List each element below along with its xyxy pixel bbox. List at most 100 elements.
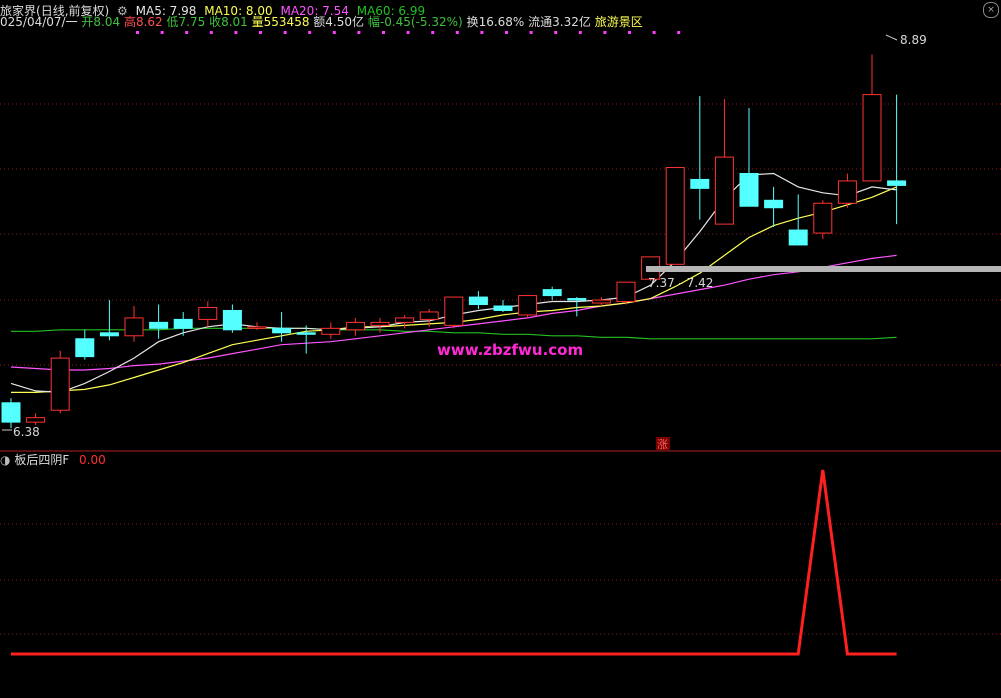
candle (444, 296, 464, 329)
candle (26, 413, 46, 426)
ma10-line (11, 186, 897, 393)
candle-body-up (714, 156, 734, 225)
candle-body-down (542, 289, 562, 297)
candle (690, 96, 710, 220)
candle-body-down (493, 305, 513, 311)
candle (813, 200, 833, 239)
candle (1, 398, 21, 429)
indicator-name[interactable]: 板后四阴F (14, 453, 69, 467)
candle-body-down (173, 318, 193, 329)
candle (616, 281, 636, 305)
candle-body-up (591, 299, 611, 304)
ma60-line (11, 327, 897, 340)
signal-marker (505, 31, 508, 34)
candle-body-up (395, 317, 415, 323)
candle-body-up (345, 321, 365, 331)
candle (665, 167, 685, 265)
candle (173, 311, 193, 336)
indicator-value: 0.00 (79, 453, 106, 467)
candle-body-down (99, 332, 119, 337)
candle-body-down (222, 309, 242, 331)
candle (222, 304, 242, 333)
candle (99, 300, 119, 341)
candle (518, 295, 538, 318)
signal-marker (431, 31, 435, 34)
candle (493, 300, 513, 312)
candle-body-down (764, 199, 784, 209)
kline-chart[interactable]: 7.37 - 7.42 8.89 6.38 www.zbzfwu.com 涨 (0, 0, 1001, 698)
candle (321, 322, 341, 339)
signal-marker (185, 31, 189, 34)
signal-marker (209, 31, 213, 34)
support-band-label: 7.37 - 7.42 (648, 276, 713, 290)
signal-marker (554, 31, 558, 34)
candle (75, 329, 95, 360)
signal-marker (406, 31, 410, 34)
signal-marker (382, 31, 385, 34)
candle (198, 301, 218, 327)
candle-body-up (198, 306, 218, 320)
candle (50, 350, 70, 414)
top-markers (136, 31, 681, 34)
candle-body-down (272, 327, 292, 334)
candle-body-up (444, 296, 464, 326)
watermark: www.zbzfwu.com (437, 341, 583, 359)
candle (887, 94, 907, 225)
moving-average-lines (10, 172, 897, 394)
signal-marker (332, 31, 336, 34)
candle-body-up (321, 327, 341, 335)
high-price-label: 8.89 (900, 33, 927, 47)
candle-body-up (837, 180, 857, 204)
signal-marker (578, 31, 582, 34)
signal-marker (234, 31, 238, 34)
signal-marker (357, 31, 361, 34)
signal-marker (628, 31, 631, 34)
candle (468, 291, 488, 309)
candle-body-up (370, 321, 390, 326)
candle (124, 306, 144, 342)
candle (345, 317, 365, 336)
signal-marker (677, 31, 681, 34)
indicator-toggle-icon[interactable]: ◑ (0, 453, 10, 467)
signal-marker (603, 31, 607, 34)
candle (837, 173, 857, 208)
candle (542, 286, 562, 301)
candle-body-up (665, 167, 685, 265)
low-price-label: 6.38 (13, 425, 40, 439)
candle-body-up (813, 202, 833, 234)
signal-marker (136, 31, 139, 34)
signal-marker (259, 31, 262, 34)
candle-body-up (26, 417, 46, 423)
indicator-grid (0, 523, 1001, 635)
signal-marker (308, 31, 312, 34)
candle-body-down (690, 178, 710, 189)
candle-body-down (75, 338, 95, 358)
candle (149, 304, 169, 339)
candle-body-up (518, 295, 538, 316)
candle-body-down (788, 229, 808, 246)
candle-body-up (124, 317, 144, 337)
candle-body-down (567, 298, 587, 301)
candle-body-up (50, 357, 70, 411)
signal-marker (480, 31, 484, 34)
candle-body-down (1, 402, 21, 423)
signal-marker (283, 31, 287, 34)
signal-marker (455, 31, 459, 34)
candle-body-up (616, 281, 636, 303)
indicator-line (11, 469, 897, 656)
candle-body-up (247, 326, 267, 329)
candle (764, 186, 784, 228)
signal-marker (160, 31, 164, 34)
candle-body-up (419, 311, 439, 320)
candle-body-down (468, 296, 488, 306)
candle (862, 54, 882, 182)
candle-body-down (296, 332, 316, 335)
high-pointer-icon (885, 34, 898, 41)
candle-body-down (887, 180, 907, 186)
signal-marker (529, 31, 533, 34)
candle (739, 107, 759, 207)
support-band (646, 266, 1001, 272)
candle-body-down (149, 321, 169, 329)
candlesticks (1, 54, 907, 429)
candle-body-down (739, 172, 759, 207)
